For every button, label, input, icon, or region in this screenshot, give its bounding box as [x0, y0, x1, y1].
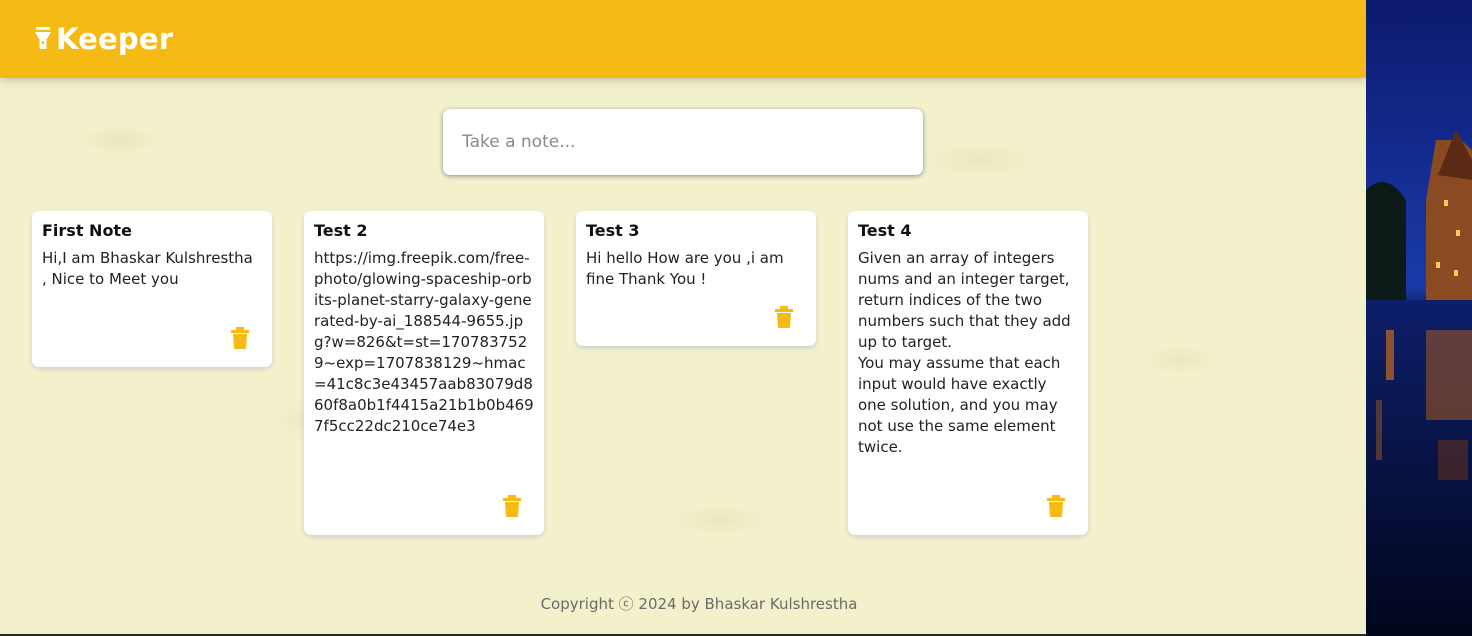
- note-card: Test 4 Given an array of integers nums a…: [848, 211, 1088, 535]
- note-card: Test 2 https://img.freepik.com/free-phot…: [304, 211, 544, 535]
- delete-note-button[interactable]: [774, 306, 794, 328]
- trash-icon: [775, 306, 793, 328]
- note-content: Hi hello How are you ,i am fine Thank Yo…: [586, 249, 789, 288]
- flashlight-icon: [34, 27, 52, 51]
- brand-name: Keeper: [56, 22, 174, 56]
- trash-icon: [503, 495, 521, 517]
- note-title: Test 4: [858, 221, 912, 240]
- note-title: First Note: [42, 221, 132, 240]
- note-title: Test 2: [314, 221, 368, 240]
- note-card: First Note Hi,I am Bhaskar Kulshrestha ,…: [32, 211, 272, 367]
- create-note-form: [443, 109, 923, 175]
- note-content: Hi,I am Bhaskar Kulshrestha , Nice to Me…: [42, 249, 258, 288]
- brand[interactable]: Keeper: [34, 22, 173, 56]
- note-content: Given an array of integers nums and an i…: [858, 249, 1071, 456]
- copyright-text: Copyright ⓒ 2024 by Bhaskar Kulshrestha: [540, 595, 858, 613]
- background-photo: [1366, 0, 1472, 636]
- delete-note-button[interactable]: [1046, 495, 1066, 517]
- note-title: Test 3: [586, 221, 640, 240]
- delete-note-button[interactable]: [230, 327, 250, 349]
- footer: Copyright ⓒ 2024 by Bhaskar Kulshrestha: [0, 593, 1366, 614]
- castle-night-photo: [1366, 0, 1472, 636]
- trash-icon: [1047, 495, 1065, 517]
- note-content: https://img.freepik.com/free-photo/glowi…: [314, 249, 534, 435]
- keeper-app: Keeper First Note Hi,I am Bhaskar Kulshr…: [0, 0, 1366, 636]
- trash-icon: [231, 327, 249, 349]
- app-header: Keeper: [0, 0, 1366, 78]
- note-card: Test 3 Hi hello How are you ,i am fine T…: [576, 211, 816, 346]
- delete-note-button[interactable]: [502, 495, 522, 517]
- note-input[interactable]: [443, 109, 923, 175]
